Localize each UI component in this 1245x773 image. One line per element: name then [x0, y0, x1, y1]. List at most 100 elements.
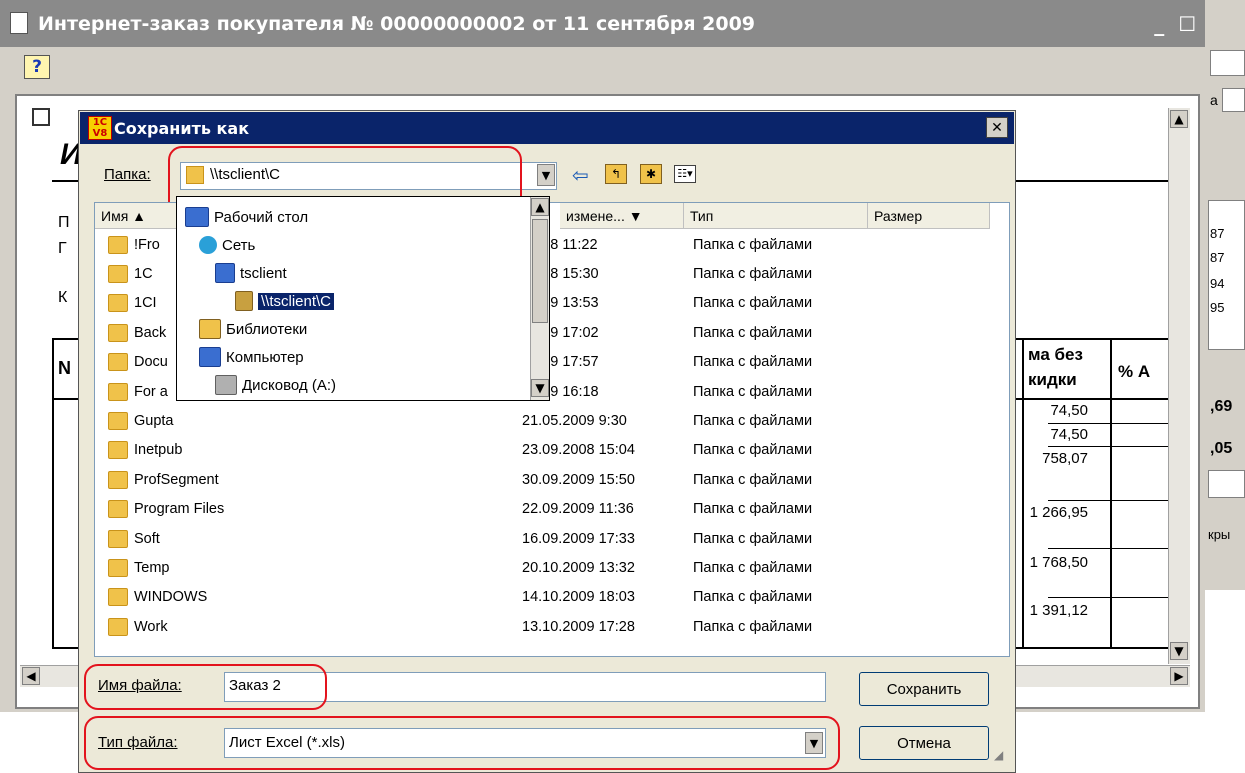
right-value: 94: [1210, 276, 1225, 291]
popup-item-desktop[interactable]: Рабочий стол: [185, 203, 525, 231]
folder-icon: [108, 558, 128, 577]
table-amount: 1 768,50: [1029, 554, 1088, 571]
scroll-up-icon[interactable]: ▲: [1170, 110, 1188, 128]
minimize-button[interactable]: _: [1154, 12, 1164, 36]
column-type[interactable]: Тип: [684, 203, 868, 229]
file-name: Docu: [134, 354, 168, 371]
right-text: а: [1210, 92, 1218, 108]
right-dropdown[interactable]: [1208, 470, 1245, 498]
file-name: Program Files: [134, 501, 225, 518]
popup-item-libraries[interactable]: Библиотеки: [185, 315, 525, 343]
column-name[interactable]: Имя ▲: [95, 203, 179, 229]
desktop-icon: [185, 207, 209, 227]
scroll-right-icon[interactable]: ▶: [1170, 667, 1188, 685]
new-folder-icon[interactable]: ✱: [640, 164, 662, 184]
file-list-item[interactable]: Temp 20.10.2009 13:32 Папка с файлами: [108, 553, 988, 582]
right-value: 87: [1210, 250, 1225, 265]
back-icon[interactable]: ⇦: [572, 163, 589, 187]
scroll-down-icon[interactable]: ▼: [531, 379, 549, 397]
folder-icon: [108, 411, 128, 430]
floppy-drive-icon: [215, 375, 237, 395]
file-list-item[interactable]: Inetpub 23.09.2008 15:04 Папка с файлами: [108, 436, 988, 465]
file-list-item[interactable]: ProfSegment 30.09.2009 15:50 Папка с файла…: [108, 465, 988, 494]
save-button[interactable]: Сохранить: [859, 672, 989, 706]
file-name: 1CI: [134, 295, 157, 312]
file-list-item[interactable]: Gupta 21.05.2009 9:30 Папка с файлами: [108, 406, 988, 435]
column-modified-label: измене...: [566, 207, 625, 224]
popup-item-label: Сеть: [222, 236, 256, 254]
right-field[interactable]: [1222, 88, 1245, 112]
file-name: Inetpub: [134, 442, 183, 459]
scroll-down-icon[interactable]: ▼: [1170, 642, 1188, 660]
folder-icon: [108, 264, 128, 283]
column-name-label: Имя: [101, 207, 129, 224]
scroll-up-icon[interactable]: ▲: [531, 198, 549, 216]
file-date: 20.10.2009 13:32: [522, 559, 635, 576]
row-divider: [1048, 500, 1178, 501]
column-size-label: Размер: [874, 207, 923, 224]
file-date: 13.10.2009 17:28: [522, 618, 635, 635]
folder-icon: [108, 588, 128, 607]
file-list-item[interactable]: Program Files 22.09.2009 11:36 Папка с фай…: [108, 495, 988, 524]
resize-grip-icon[interactable]: ◢: [994, 748, 1012, 766]
chevron-down-icon[interactable]: ▼: [537, 164, 555, 186]
folder-dropdown-popup[interactable]: Рабочий стол Сеть tsclient \\tsclient\C …: [176, 196, 550, 401]
popup-item-floppy[interactable]: Дисковод (A:): [185, 371, 525, 399]
maximize-button[interactable]: ☐: [1178, 12, 1196, 36]
right-value: 95: [1210, 300, 1225, 315]
scroll-left-icon[interactable]: ◀: [22, 667, 40, 685]
popup-item-label: Дисковод (A:): [242, 376, 337, 394]
file-list-item[interactable]: WINDOWS 14.10.2009 18:03 Папка с файлами: [108, 583, 988, 612]
column-size[interactable]: Размер: [868, 203, 990, 229]
file-type: Папка с файлами: [693, 295, 813, 312]
folder-icon: [108, 500, 128, 519]
file-list-item[interactable]: Soft 16.09.2009 17:33 Папка с файлами: [108, 524, 988, 553]
highlight-filetype: [84, 716, 840, 770]
popup-scrollbar[interactable]: ▲ ▼: [530, 197, 549, 400]
table-header-percent: % А: [1118, 362, 1151, 381]
libraries-icon: [199, 319, 221, 339]
file-list-item[interactable]: Work 13.10.2009 17:28 Папка с файлами: [108, 612, 988, 641]
popup-item-tsclient-c[interactable]: \\tsclient\C: [185, 287, 525, 315]
help-button[interactable]: ?: [24, 55, 50, 79]
folder-icon: [108, 235, 128, 254]
file-type: Папка с файлами: [693, 442, 813, 459]
folder-icon: [108, 617, 128, 636]
popup-item-label: Рабочий стол: [214, 208, 309, 226]
scroll-thumb[interactable]: [532, 219, 548, 323]
doc-vertical-scrollbar[interactable]: ▲ ▼: [1168, 108, 1190, 664]
view-menu-icon[interactable]: ☷▾: [674, 165, 696, 183]
right-search-field[interactable]: [1210, 50, 1245, 76]
file-type: Папка с файлами: [693, 412, 813, 429]
cancel-button[interactable]: Отмена: [859, 726, 989, 760]
doc-letter: К: [58, 289, 68, 306]
popup-item-label: tsclient: [240, 264, 287, 282]
file-name: For a: [134, 383, 168, 400]
up-folder-icon[interactable]: ↰: [605, 164, 627, 184]
dialog-title: Сохранить как: [80, 112, 1014, 144]
table-col-line: [1110, 338, 1112, 649]
popup-item-tsclient[interactable]: tsclient: [185, 259, 525, 287]
popup-item-computer[interactable]: Компьютер: [185, 343, 525, 371]
computer-icon: [215, 263, 235, 283]
file-type: Папка с файлами: [693, 236, 813, 253]
table-header-no: N: [58, 358, 71, 378]
column-modified[interactable]: измене... ▼: [560, 203, 684, 229]
file-type: Папка с файлами: [693, 501, 813, 518]
network-drive-icon: [235, 291, 253, 311]
file-type: Папка с файлами: [693, 324, 813, 341]
file-name: Gupta: [134, 412, 174, 429]
right-bold-value: ,69: [1210, 398, 1233, 415]
table-amount: 74,50: [1050, 402, 1088, 419]
popup-item-network[interactable]: Сеть: [185, 231, 525, 259]
table-amount: 74,50: [1050, 426, 1088, 443]
table-header-amount-2: кидки: [1028, 370, 1077, 389]
document-checkbox[interactable]: [32, 108, 50, 126]
dialog-close-button[interactable]: ✕: [986, 117, 1008, 138]
file-date: 14.10.2009 18:03: [522, 589, 635, 606]
folder-icon: [108, 529, 128, 548]
file-name: 1C: [134, 265, 153, 282]
row-divider: [1048, 446, 1178, 447]
file-type: Папка с файлами: [693, 559, 813, 576]
right-value: 87: [1210, 226, 1225, 241]
